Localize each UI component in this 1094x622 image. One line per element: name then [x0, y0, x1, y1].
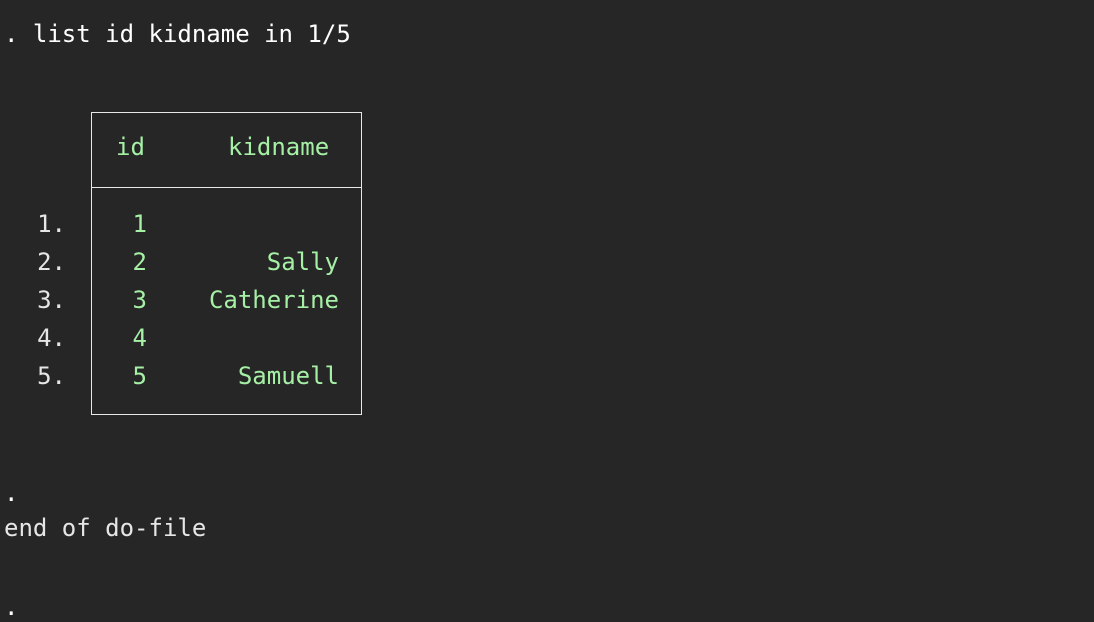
header-separator	[91, 187, 362, 188]
end-of-dofile-message: end of do-file	[4, 514, 207, 542]
cell-id: 4	[132, 324, 147, 352]
cell-id: 1	[132, 210, 147, 238]
cell-kidname: Catherine	[208, 286, 339, 314]
command-line: . list id kidname in 1/5	[4, 20, 351, 48]
column-header-kidname: kidname	[228, 133, 330, 161]
prompt-dot: .	[4, 479, 19, 507]
cell-kidname: Sally	[266, 248, 339, 276]
cell-kidname: Samuell	[237, 362, 339, 390]
column-header-id: id	[116, 133, 145, 161]
